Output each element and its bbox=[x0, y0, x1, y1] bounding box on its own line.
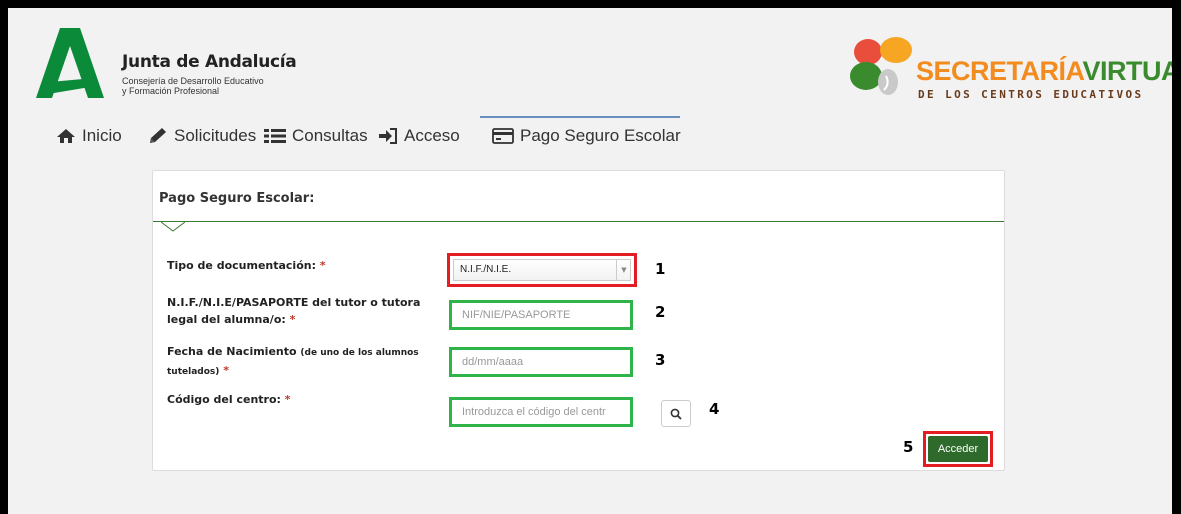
secretaria-virtual-subtitle: DE LOS CENTROS EDUCATIVOS bbox=[918, 88, 1144, 101]
nav-label: Consultas bbox=[292, 126, 368, 145]
required-mark: * bbox=[284, 393, 291, 406]
select-value: N.I.F./N.I.E. bbox=[453, 259, 631, 281]
brand-subtitle-line: Consejería de Desarrollo Educativo bbox=[122, 76, 264, 86]
annotation-number: 4 bbox=[709, 400, 720, 418]
annotation-number: 2 bbox=[655, 303, 666, 321]
annotation-number: 3 bbox=[655, 351, 666, 369]
annotation-number: 1 bbox=[655, 260, 666, 278]
acceder-button[interactable]: Acceder bbox=[928, 436, 988, 462]
junta-andalucia-logo[interactable] bbox=[36, 28, 104, 98]
nav-label: Pago Seguro Escolar bbox=[520, 126, 681, 145]
label-text: legal del alumna/o: bbox=[167, 313, 286, 326]
secretaria-virtual-logo-icon[interactable] bbox=[846, 36, 916, 98]
browser-viewport: Junta de Andalucía Consejería de Desarro… bbox=[8, 8, 1172, 514]
list-icon bbox=[264, 129, 286, 143]
nif-input[interactable] bbox=[452, 303, 630, 327]
nav-item-pago-seguro-escolar[interactable]: Pago Seguro Escolar bbox=[492, 118, 681, 154]
nav-item-consultas[interactable]: Consultas bbox=[264, 118, 368, 154]
label-text: N.I.F./N.I.E/PASAPORTE del tutor o tutor… bbox=[167, 296, 421, 309]
tipo-documentacion-select[interactable]: N.I.F./N.I.E. ▼ bbox=[447, 253, 637, 287]
nif-field[interactable] bbox=[449, 300, 633, 330]
secretaria-virtual-title: SECRETARÍAVIRTUAL bbox=[916, 56, 1172, 86]
brand-title: Junta de Andalucía bbox=[122, 52, 297, 72]
brand-subtitle: Consejería de Desarrollo Educativo y For… bbox=[122, 76, 264, 96]
site-header: Junta de Andalucía Consejería de Desarro… bbox=[8, 8, 1172, 120]
required-mark: * bbox=[223, 364, 229, 377]
nav-item-solicitudes[interactable]: Solicitudes bbox=[148, 118, 256, 154]
codigo-centro-label: Código del centro: * bbox=[167, 391, 291, 408]
fecha-nacimiento-label: Fecha de Nacimiento (de uno de los alumn… bbox=[167, 343, 419, 381]
acceder-highlight: Acceder bbox=[923, 431, 993, 467]
required-mark: * bbox=[289, 313, 296, 326]
tipo-documentacion-label: Tipo de documentación: * bbox=[167, 257, 326, 274]
label-text-small: (de uno de los alumnos bbox=[300, 348, 419, 358]
label-text: Código del centro: bbox=[167, 393, 281, 406]
pencil-icon bbox=[150, 128, 166, 143]
nav-label: Acceso bbox=[404, 126, 460, 145]
nif-label: N.I.F./N.I.E/PASAPORTE del tutor o tutor… bbox=[167, 294, 420, 328]
pago-seguro-form-panel: Pago Seguro Escolar: Tipo de documentaci… bbox=[152, 170, 1005, 471]
brand-subtitle-line: y Formación Profesional bbox=[122, 86, 220, 96]
required-mark: * bbox=[319, 259, 326, 272]
label-text: Fecha de Nacimiento bbox=[167, 345, 297, 358]
search-centro-button[interactable] bbox=[661, 400, 691, 427]
home-icon bbox=[57, 129, 75, 143]
nav-label: Inicio bbox=[82, 126, 122, 145]
search-icon bbox=[670, 408, 682, 420]
nav-item-inicio[interactable]: Inicio bbox=[56, 118, 122, 154]
annotation-number: 5 bbox=[903, 438, 914, 456]
panel-divider bbox=[153, 221, 1004, 222]
sv-title-part1: SECRETARÍA bbox=[916, 56, 1083, 86]
label-text-small: tutelados) bbox=[167, 367, 220, 377]
codigo-centro-field[interactable] bbox=[449, 397, 633, 427]
fecha-nacimiento-input[interactable] bbox=[452, 350, 630, 374]
codigo-centro-input[interactable] bbox=[452, 400, 630, 424]
chevron-down-icon: ▼ bbox=[616, 259, 631, 281]
nav-item-acceso[interactable]: Acceso bbox=[378, 118, 460, 154]
nav-label: Solicitudes bbox=[174, 126, 257, 145]
fecha-nacimiento-field[interactable] bbox=[449, 347, 633, 377]
label-text: Tipo de documentación: bbox=[167, 259, 316, 272]
credit-card-icon bbox=[492, 128, 514, 144]
sv-title-part2: VIRTUAL bbox=[1082, 56, 1172, 86]
panel-notch-icon bbox=[161, 222, 185, 232]
sign-in-icon bbox=[379, 128, 397, 144]
panel-title: Pago Seguro Escolar: bbox=[159, 191, 315, 206]
